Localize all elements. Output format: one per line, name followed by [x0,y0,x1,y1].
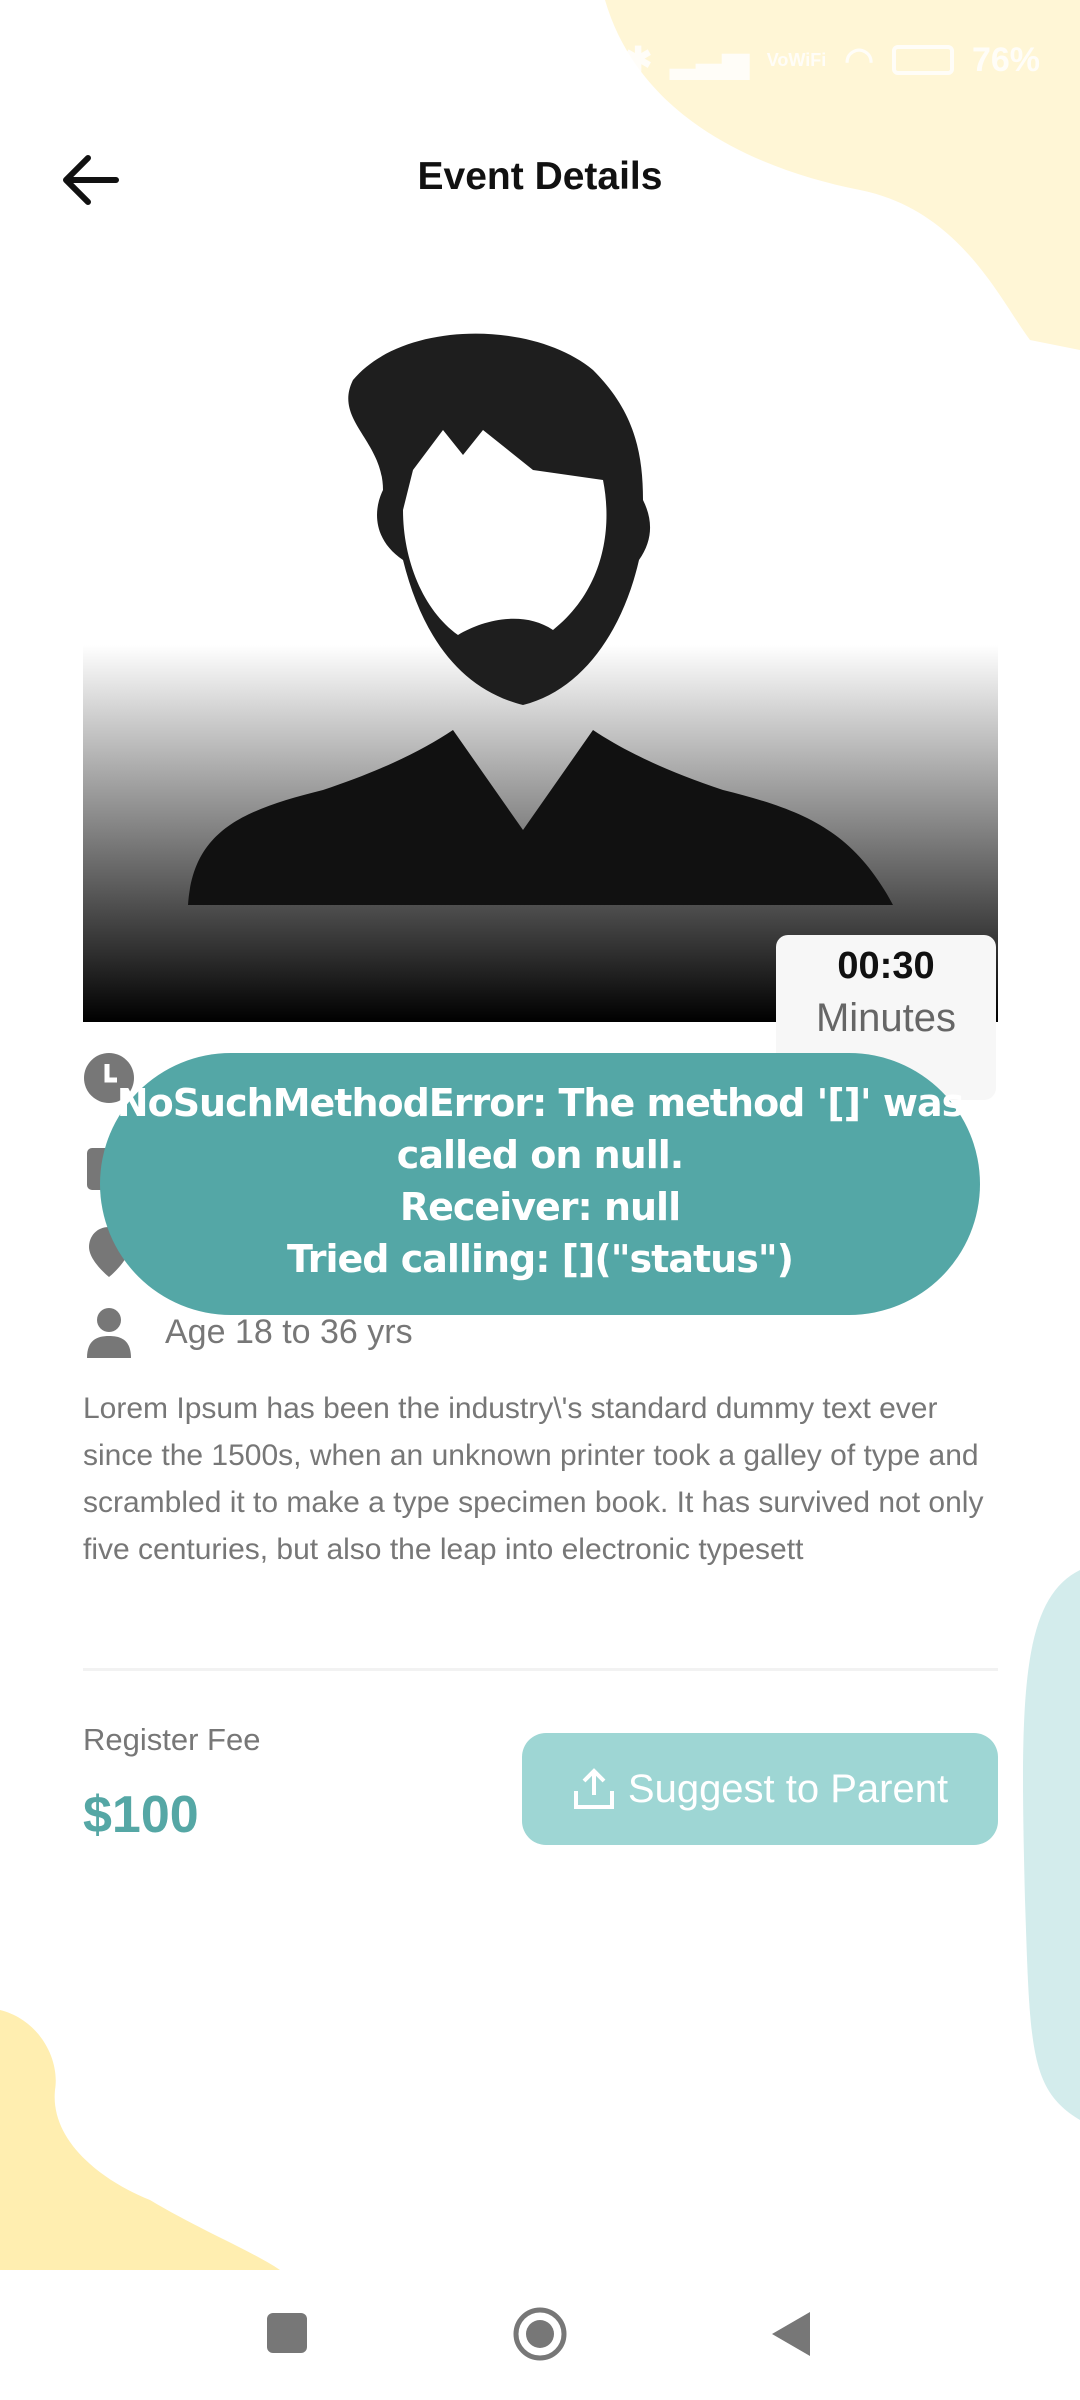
toast-line: Receiver: null [399,1185,681,1229]
home-button[interactable] [512,2306,568,2362]
duration-unit: Minutes [815,996,957,1040]
suggest-label: Suggest to Parent [627,1766,949,1811]
person-icon [87,1308,131,1358]
wifi-icon: ◠ [844,41,874,79]
toast-line: called on null. [396,1133,684,1177]
status-bar: ✱ ▂▃▅ VoWiFi ◠ 76% [624,40,1040,80]
toast-line: Tried calling: []("status") [287,1237,794,1281]
error-toast: NoSuchMethodError: The method '[]' was c… [100,1053,980,1315]
bluetooth-icon: ✱ [623,41,653,79]
suggest-to-parent-button[interactable]: Suggest to Parent [522,1733,998,1845]
back-button[interactable] [770,2310,812,2358]
page-title: Event Details [417,155,663,198]
age-range: Age 18 to 36 yrs [165,1312,413,1351]
share-upload-icon [573,1768,614,1809]
toast-line: NoSuchMethodError: The method '[]' was [116,1081,964,1125]
signal-icon: ▂▃▅ [670,41,749,79]
system-nav-bar [0,2270,1080,2400]
divider [83,1668,998,1671]
battery-icon [891,45,954,75]
fee-value: $100 [83,1786,199,1844]
fee-label: Register Fee [83,1722,261,1757]
battery-percent: 76% [971,40,1040,79]
duration-value: 00:30 [837,945,935,987]
vowifi-icon: VoWiFi [766,49,827,70]
event-image [83,330,998,1022]
recents-button[interactable] [267,2313,307,2353]
event-description: Lorem Ipsum has been the industry\'s sta… [83,1392,984,1566]
